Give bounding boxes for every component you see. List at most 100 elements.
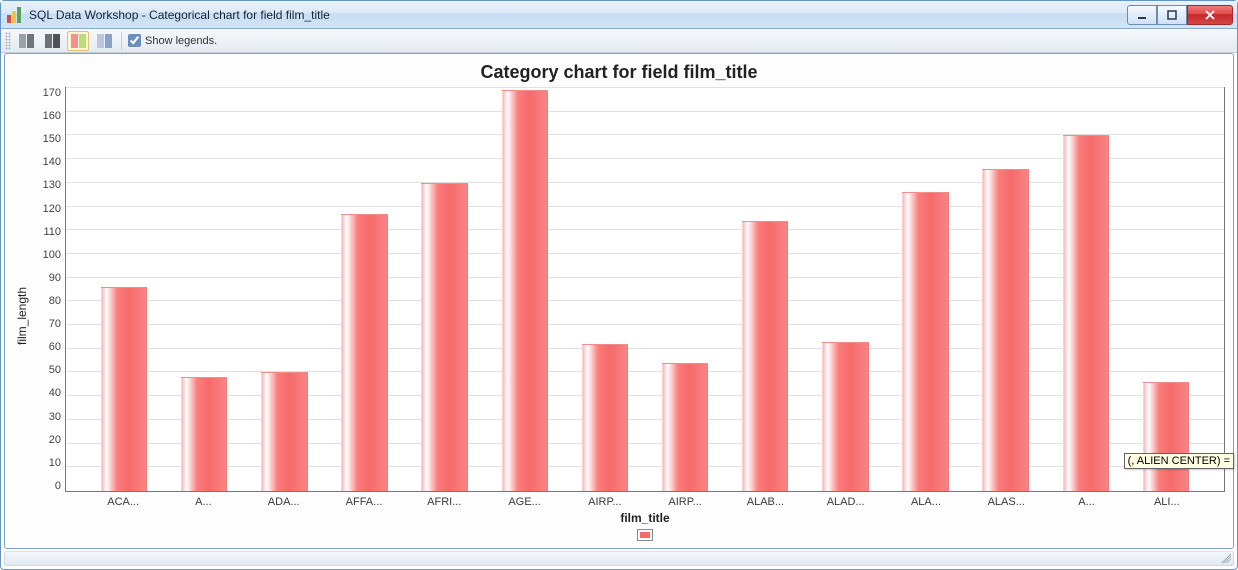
app-icon (7, 7, 23, 23)
close-button[interactable] (1187, 5, 1233, 25)
swatch-multi-icon (71, 34, 86, 48)
y-tick: 170 (43, 87, 61, 99)
bar[interactable] (181, 377, 227, 491)
swatch-blue-icon (97, 34, 112, 48)
x-tick: AIRP... (645, 496, 725, 508)
bar-cell (84, 88, 164, 491)
color-mode-blue-button[interactable] (93, 31, 115, 51)
x-tick: A... (163, 496, 243, 508)
swatch-dark-icon (45, 34, 60, 48)
chart-panel: Category chart for field film_title film… (4, 53, 1234, 549)
plot-column: 1701601501401301201101009080706050403020… (31, 87, 1225, 544)
color-mode-dark-button[interactable] (41, 31, 63, 51)
maximize-icon (1167, 10, 1177, 20)
bars-container (66, 88, 1224, 491)
x-tick: AFRI... (404, 496, 484, 508)
minimize-icon (1137, 10, 1147, 20)
y-tick: 70 (49, 318, 61, 330)
x-tick: ADA... (244, 496, 324, 508)
x-axis-label: film_title (65, 508, 1225, 527)
bar-cell (324, 88, 404, 491)
x-tick: ALAS... (966, 496, 1046, 508)
bar[interactable] (662, 363, 708, 491)
bar[interactable] (582, 344, 628, 491)
x-tick: ALAB... (725, 496, 805, 508)
bar[interactable] (742, 221, 788, 491)
bar-cell (805, 88, 885, 491)
toolbar: Show legends. (1, 29, 1237, 53)
y-tick: 110 (43, 226, 61, 238)
show-legends-toggle[interactable]: Show legends. (128, 34, 217, 47)
bar[interactable] (101, 287, 147, 491)
y-axis-label: film_length (13, 87, 31, 544)
size-grip[interactable] (1219, 551, 1231, 563)
y-tick: 50 (49, 364, 61, 376)
color-mode-multi-button[interactable] (67, 31, 89, 51)
x-tick-labels: ACA...A...ADA...AFFA...AFRI...AGE...AIRP… (65, 492, 1225, 508)
bar[interactable] (1063, 135, 1109, 491)
toolbar-grip[interactable] (5, 32, 11, 50)
bar[interactable] (421, 183, 467, 491)
bar-cell (885, 88, 965, 491)
window-buttons (1127, 5, 1233, 25)
bar-cell (966, 88, 1046, 491)
bar-cell (725, 88, 805, 491)
bar-cell (1126, 88, 1206, 491)
plot-area[interactable] (65, 87, 1225, 492)
y-tick: 130 (43, 179, 61, 191)
show-legends-checkbox[interactable] (128, 34, 141, 47)
x-tick: ALA... (886, 496, 966, 508)
close-icon (1204, 10, 1216, 20)
y-tick: 30 (49, 411, 61, 423)
bar[interactable] (1143, 382, 1189, 491)
bar-cell (244, 88, 324, 491)
bar-cell (645, 88, 725, 491)
y-tick: 20 (49, 434, 61, 446)
y-tick: 90 (49, 272, 61, 284)
bar-cell (485, 88, 565, 491)
bar[interactable] (502, 90, 548, 491)
show-legends-label: Show legends. (145, 35, 217, 47)
maximize-button[interactable] (1157, 5, 1187, 25)
bar-cell (1046, 88, 1126, 491)
bar[interactable] (982, 169, 1028, 491)
color-mode-gray-button[interactable] (15, 31, 37, 51)
bar-tooltip: (, ALIEN CENTER) = (1124, 453, 1234, 469)
window-titlebar: SQL Data Workshop - Categorical chart fo… (1, 1, 1237, 29)
minimize-button[interactable] (1127, 5, 1157, 25)
y-tick: 100 (43, 249, 61, 261)
bar-cell (565, 88, 645, 491)
x-tick: ACA... (83, 496, 163, 508)
legend-swatch[interactable] (637, 529, 653, 541)
bar[interactable] (822, 342, 868, 491)
legend-row (65, 527, 1225, 544)
y-tick: 0 (55, 480, 61, 492)
y-tick: 120 (43, 203, 61, 215)
plot-row: 1701601501401301201101009080706050403020… (31, 87, 1225, 492)
y-tick: 60 (49, 341, 61, 353)
bar-cell (405, 88, 485, 491)
y-tick: 160 (43, 110, 61, 122)
y-tick: 150 (43, 133, 61, 145)
bar[interactable] (341, 214, 387, 491)
bar-cell (164, 88, 244, 491)
y-tick: 80 (49, 295, 61, 307)
y-tick: 10 (49, 457, 61, 469)
x-tick: AFFA... (324, 496, 404, 508)
y-tick: 140 (43, 156, 61, 168)
window-title: SQL Data Workshop - Categorical chart fo… (29, 8, 1127, 22)
plot-wrap: film_length 1701601501401301201101009080… (13, 87, 1225, 544)
chart-title: Category chart for field film_title (13, 60, 1225, 87)
y-tick: 40 (49, 387, 61, 399)
x-tick: AIRP... (565, 496, 645, 508)
status-bar (4, 551, 1234, 566)
x-tick: ALI... (1127, 496, 1207, 508)
x-tick: ALAD... (806, 496, 886, 508)
swatch-gray-icon (19, 34, 34, 48)
x-tick: AGE... (484, 496, 564, 508)
x-tick: A... (1046, 496, 1126, 508)
y-tick-labels: 1701601501401301201101009080706050403020… (31, 87, 65, 492)
toolbar-separator (121, 32, 122, 50)
bar[interactable] (902, 192, 948, 491)
bar[interactable] (261, 372, 307, 491)
